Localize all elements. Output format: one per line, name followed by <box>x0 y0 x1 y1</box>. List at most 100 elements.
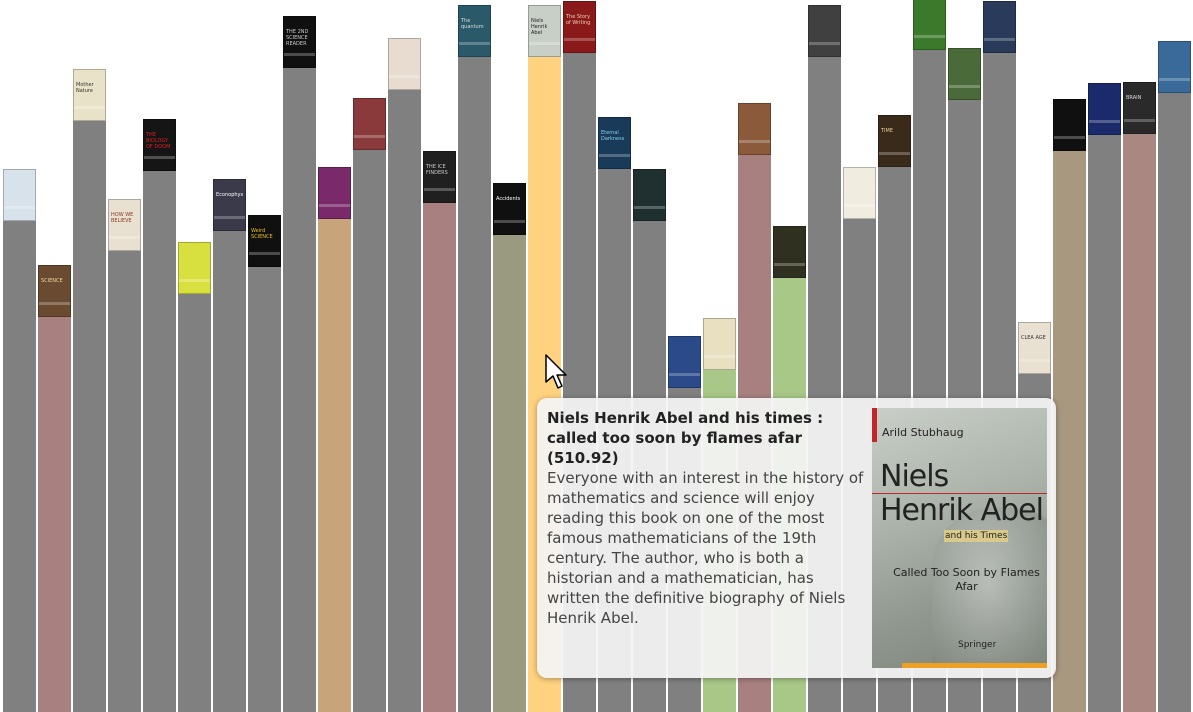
book-cover-thumbnail[interactable]: THE ICE FINDERS <box>423 151 456 203</box>
book-cover-thumbnail[interactable] <box>1158 41 1191 93</box>
book-bar[interactable] <box>178 242 211 712</box>
cover-stripe <box>1089 120 1120 123</box>
cover-publisher: Springer <box>958 640 997 650</box>
book-cover-thumbnail[interactable]: The Story of Writing <box>563 1 596 53</box>
book-cover-thumbnail[interactable] <box>1088 83 1121 135</box>
cover-stripe <box>634 206 665 209</box>
book-bar[interactable]: Econophysics <box>213 179 246 712</box>
book-cover-thumbnail[interactable]: HOW WE BELIEVE <box>108 199 141 251</box>
book-cover-thumbnail[interactable] <box>843 167 876 219</box>
cover-title-text: CLEA AGE <box>1021 335 1046 341</box>
book-bar[interactable]: THE 2ND SCIENCE READER <box>283 16 316 712</box>
book-cover-thumbnail[interactable] <box>3 169 36 221</box>
book-cover-thumbnail[interactable]: THE 2ND SCIENCE READER <box>283 16 316 68</box>
book-bar[interactable] <box>388 38 421 712</box>
book-bar[interactable]: THE BIOLOGY OF DOOM <box>143 119 176 712</box>
cover-title-text: The Story of Writing <box>566 14 591 26</box>
cover-red-bar <box>872 408 877 442</box>
book-bar[interactable]: BRAIN <box>1123 82 1156 712</box>
cover-title-text: The quantum <box>461 18 484 30</box>
book-cover-thumbnail[interactable]: Econophysics <box>213 179 246 231</box>
cover-stripe <box>319 204 350 207</box>
cover-stripe <box>809 42 840 45</box>
book-tooltip: Niels Henrik Abel and his times : called… <box>537 398 1056 678</box>
cover-stripe <box>844 204 875 207</box>
book-bar[interactable]: The quantum <box>458 5 491 712</box>
cover-title-text: THE BIOLOGY OF DOOM <box>146 132 171 150</box>
cover-stripe <box>599 154 630 157</box>
cover-stripe <box>459 42 490 45</box>
cover-stripe <box>704 355 735 358</box>
cover-stripe <box>214 216 245 219</box>
book-cover-thumbnail[interactable] <box>388 38 421 90</box>
book-bar[interactable] <box>1158 41 1191 712</box>
book-cover-thumbnail[interactable] <box>983 1 1016 53</box>
cover-stripe <box>389 75 420 78</box>
cover-stripe <box>74 106 105 109</box>
book-cover-thumbnail[interactable] <box>178 242 211 294</box>
book-cover-thumbnail[interactable]: Niels Henrik Abel <box>528 5 561 57</box>
book-bar[interactable]: Weird SCIENCE <box>248 215 281 712</box>
cover-stripe <box>249 252 280 255</box>
cover-title-text: THE ICE FINDERS <box>426 164 448 176</box>
cover-and-his-times: and his Times <box>944 530 1009 542</box>
cover-stripe <box>284 53 315 56</box>
book-cover-thumbnail[interactable] <box>808 5 841 57</box>
cover-stripe <box>1124 119 1155 122</box>
mouse-pointer-icon <box>545 354 567 389</box>
cover-title-text: SCIENCE <box>41 278 63 284</box>
cover-stripe <box>669 373 700 376</box>
book-cover-thumbnail[interactable]: SCIENCE <box>38 265 71 317</box>
cover-title-text: Mother Nature <box>76 82 94 94</box>
cover-title-text: Eternal Darkness <box>601 130 625 142</box>
book-bar[interactable]: THE ICE FINDERS <box>423 151 456 712</box>
book-bar[interactable] <box>318 167 351 712</box>
book-cover-thumbnail[interactable] <box>668 336 701 388</box>
book-cover-thumbnail[interactable] <box>913 0 946 50</box>
cover-title-text: Accidents <box>496 196 521 202</box>
cover-title-text: THE 2ND SCIENCE READER <box>286 29 309 47</box>
book-cover-thumbnail[interactable] <box>703 318 736 370</box>
cover-title-text: Econophysics <box>216 192 243 198</box>
book-bar[interactable]: SCIENCE <box>38 265 71 712</box>
book-cover-thumbnail[interactable]: Eternal Darkness <box>598 117 631 169</box>
book-cover-thumbnail[interactable] <box>318 167 351 219</box>
book-bar[interactable] <box>353 98 386 712</box>
book-cover-thumbnail[interactable]: Weird SCIENCE <box>248 215 281 267</box>
cover-stripe <box>739 140 770 143</box>
book-bar[interactable]: Accidents <box>493 183 526 712</box>
cover-stripe <box>354 135 385 138</box>
book-cover-thumbnail[interactable]: BRAIN <box>1123 82 1156 134</box>
cover-title-text: TIME <box>881 128 894 134</box>
cover-stripe <box>879 152 910 155</box>
book-cover-thumbnail[interactable]: Mother Nature <box>73 69 106 121</box>
cover-title-text: Weird SCIENCE <box>251 228 273 240</box>
book-bar[interactable] <box>3 169 36 712</box>
cover-stripe <box>4 206 35 209</box>
cover-stripe <box>529 42 560 45</box>
cover-stripe <box>1054 136 1085 139</box>
book-cover-thumbnail[interactable]: CLEA AGE <box>1018 322 1051 374</box>
tooltip-title: Niels Henrik Abel and his times : called… <box>547 409 824 467</box>
cover-title-text: HOW WE BELIEVE <box>111 212 134 224</box>
book-cover-thumbnail[interactable]: Accidents <box>493 183 526 235</box>
book-cover-thumbnail[interactable] <box>738 103 771 155</box>
book-cover-thumbnail[interactable]: THE BIOLOGY OF DOOM <box>143 119 176 171</box>
book-cover-thumbnail[interactable] <box>773 226 806 278</box>
book-bar[interactable]: Mother Nature <box>73 69 106 712</box>
tooltip-description: Everyone with an interest in the history… <box>547 469 864 627</box>
book-cover-thumbnail[interactable] <box>353 98 386 150</box>
book-cover-thumbnail[interactable] <box>633 169 666 221</box>
book-bar[interactable] <box>1088 83 1121 712</box>
book-bar[interactable]: HOW WE BELIEVE <box>108 199 141 712</box>
cover-stripe <box>109 236 140 239</box>
book-bar[interactable] <box>1053 99 1086 712</box>
book-cover-thumbnail[interactable]: TIME <box>878 115 911 167</box>
book-cover-thumbnail[interactable] <box>948 48 981 100</box>
cover-stripe <box>39 302 70 305</box>
cover-title: Niels Henrik Abel <box>880 459 1044 528</box>
book-cover-thumbnail[interactable] <box>1053 99 1086 151</box>
cover-title-text: Niels Henrik Abel <box>531 18 548 36</box>
cover-stripe <box>949 85 980 88</box>
book-cover-thumbnail[interactable]: The quantum <box>458 5 491 57</box>
